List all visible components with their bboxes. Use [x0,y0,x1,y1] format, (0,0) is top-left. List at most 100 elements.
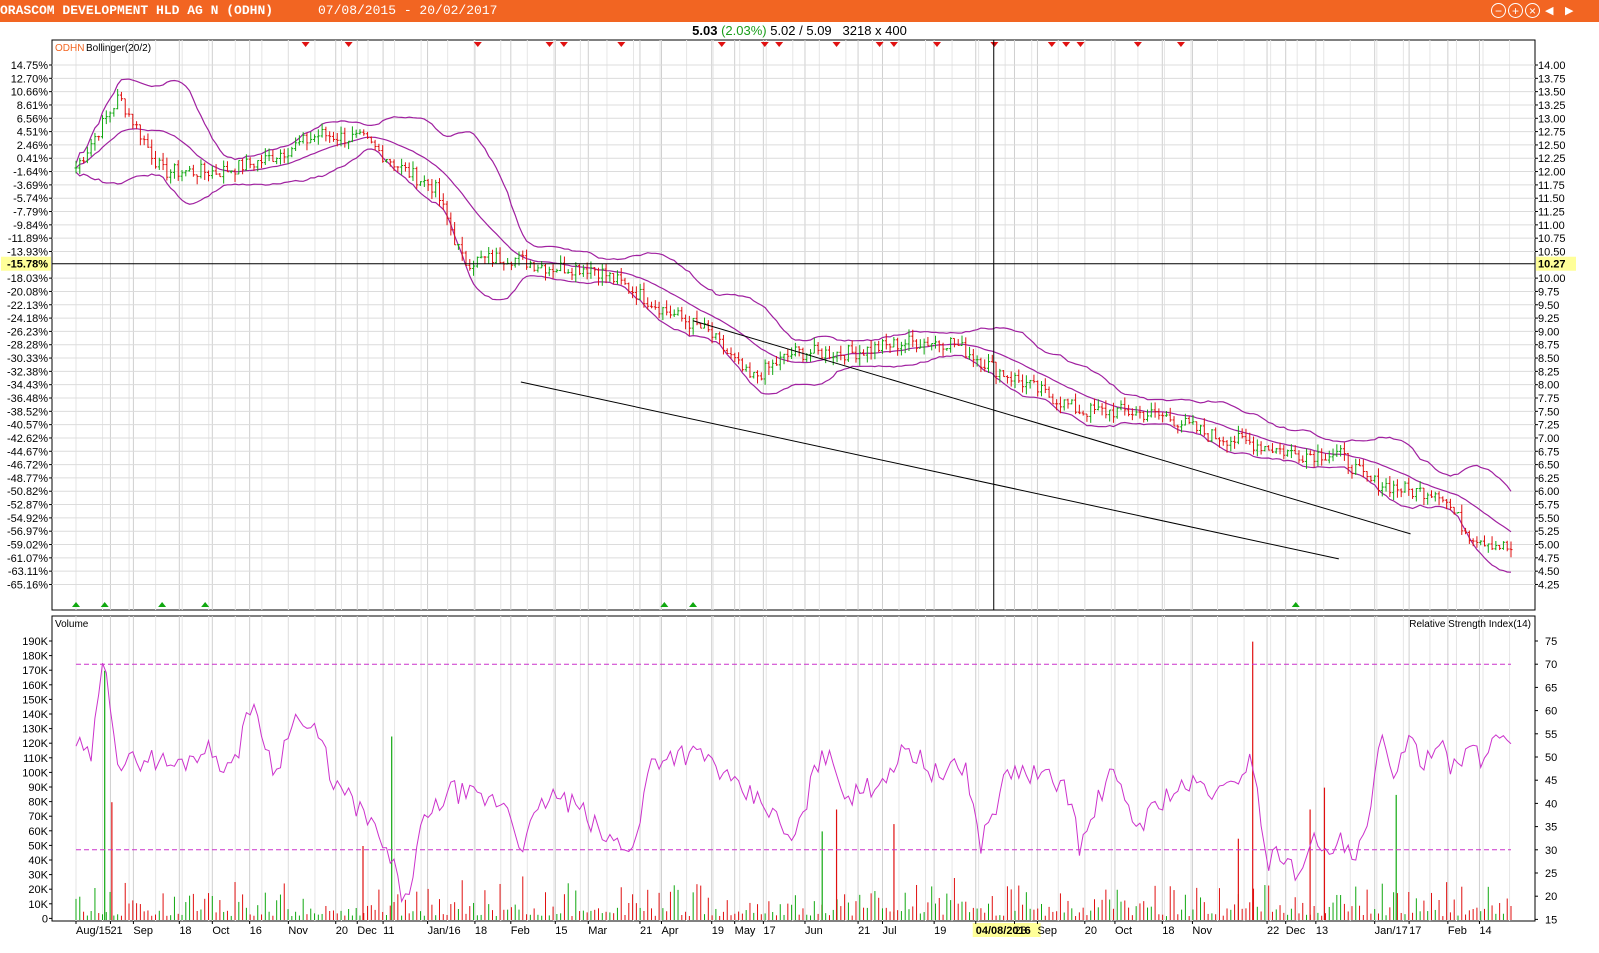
pct-tick-label: -28.28% [7,340,48,352]
date-tick-label: 15 [555,925,567,937]
price-tick-label: 6.00 [1538,486,1559,498]
date-tick-label: Feb [511,925,530,937]
pct-tick-label: -34.43% [7,380,48,392]
price-tick-label: 5.50 [1538,513,1559,525]
date-tick-label: Jan/17 [1375,925,1408,937]
date-tick-label: 18 [1162,925,1174,937]
pct-tick-label: -36.48% [7,393,48,405]
rsi-tick-label: 30 [1545,845,1557,857]
date-tick-label: May [735,925,756,937]
pct-tick-label: -56.97% [7,526,48,538]
price-tick-label: 13.25 [1538,100,1566,112]
rsi-tick-label: 45 [1545,775,1557,787]
volume-tick-label: 100K [22,767,48,779]
date-tick-label: 23 [1014,925,1026,937]
pct-tick-label: -42.62% [7,433,48,445]
volume-tick-label: 60K [28,826,48,838]
date-tick-label: Feb [1448,925,1467,937]
pct-tick-label: -65.16% [7,579,48,591]
rsi-tick-label: 20 [1545,891,1557,903]
pct-tick-label: -3.69% [13,180,48,192]
price-tick-label: 9.00 [1538,326,1559,338]
date-tick-label: 21 [640,925,652,937]
price-tick-label: 5.00 [1538,540,1559,552]
date-tick-label: 17 [1409,925,1421,937]
price-tick-label: 7.00 [1538,433,1559,445]
price-tick-label: 13.00 [1538,113,1566,125]
price-tick-label: 13.75 [1538,73,1566,85]
pct-tick-label: -26.23% [7,326,48,338]
price-tick-label: 5.25 [1538,526,1559,538]
volume-tick-label: 30K [28,870,48,882]
price-tick-label: 10.00 [1538,273,1566,285]
pct-tick-label: -32.38% [7,366,48,378]
date-tick-label: 16 [250,925,262,937]
pct-tick-label: -61.07% [7,553,48,565]
pct-tick-label: -18.03% [7,273,48,285]
price-tick-label: 8.00 [1538,380,1559,392]
price-tick-label: 7.25 [1538,420,1559,432]
crosshair-pct-label: -15.78% [7,259,48,271]
rsi-tick-label: 25 [1545,868,1557,880]
pct-tick-label: -38.52% [7,406,48,418]
date-tick-label: Mar [588,925,607,937]
date-tick-label: 17 [763,925,775,937]
price-tick-label: 13.50 [1538,87,1566,99]
price-tick-label: 9.25 [1538,313,1559,325]
chart-canvas[interactable]: 14.0013.75 13.5013.2513.00 12.7512.5012.25… [0,0,1599,953]
pct-tick-label: -44.67% [7,446,48,458]
volume-tick-label: 150K [22,694,48,706]
volume-tick-label: 70K [28,811,48,823]
rsi-tick-label: 15 [1545,914,1557,926]
price-tick-label: 11.50 [1538,193,1565,205]
pct-tick-label: -9.84% [13,220,48,232]
price-tick-label: 11.25 [1538,207,1565,219]
volume-title: Volume [55,619,89,630]
pct-tick-label: -63.11% [8,566,48,578]
pct-tick-label: -13.93% [7,246,48,258]
date-tick-label: Jan/16 [428,925,461,937]
pct-tick-label: -54.92% [7,513,48,525]
pct-tick-label: -1.64% [13,167,48,179]
date-tick-label: Oct [212,925,229,937]
price-tick-label: 12.25 [1538,153,1566,165]
price-tick-label: 14.00 [1538,60,1566,72]
date-tick-label: 18 [475,925,487,937]
price-tick-label: 12.75 [1538,127,1566,139]
date-tick-label: Sep [1037,925,1057,937]
pct-tick-label: -40.57% [7,420,48,432]
pct-tick-label: -7.79% [13,207,48,219]
date-tick-label: Aug/15 [76,925,111,937]
pct-tick-label: 4.51% [17,127,48,139]
pct-tick-label: 14.75% [11,60,49,72]
legend-indicator: Bollinger(20/2) [86,43,151,54]
date-tick-label: Jul [882,925,896,937]
date-tick-label: 11 [383,925,394,937]
date-tick-label: 19 [934,925,946,937]
price-tick-label: 8.50 [1538,353,1559,365]
volume-tick-label: 20K [28,884,48,896]
volume-tick-label: 0 [42,913,48,925]
pct-tick-label: -24.18% [7,313,48,325]
chart-window: ORASCOM DEVELOPMENT HLD AG N (ODHN) 07/0… [0,0,1599,953]
pct-tick-label: 10.66% [11,87,49,99]
pct-tick-label: 6.56% [17,113,48,125]
volume-tick-label: 110K [23,753,49,765]
date-tick-label: Dec [357,925,377,937]
pct-tick-label: 0.41% [17,153,48,165]
rsi-tick-label: 50 [1545,752,1557,764]
date-tick-label: 21 [110,925,122,937]
price-tick-label: 6.50 [1538,460,1559,472]
pct-tick-label: -50.82% [7,486,48,498]
price-tick-label: 4.50 [1538,566,1559,578]
volume-tick-label: 140K [22,709,48,721]
volume-tick-label: 130K [22,724,48,736]
pct-tick-label: 2.46% [17,140,48,152]
price-tick-label: 6.75 [1538,446,1559,458]
volume-tick-label: 170K [22,665,48,677]
volume-tick-label: 40K [28,855,48,867]
pct-tick-label: -59.02% [7,540,48,552]
price-tick-label: 9.75 [1538,286,1559,298]
date-tick-label: 22 [1267,925,1279,937]
volume-tick-label: 180K [22,651,48,663]
